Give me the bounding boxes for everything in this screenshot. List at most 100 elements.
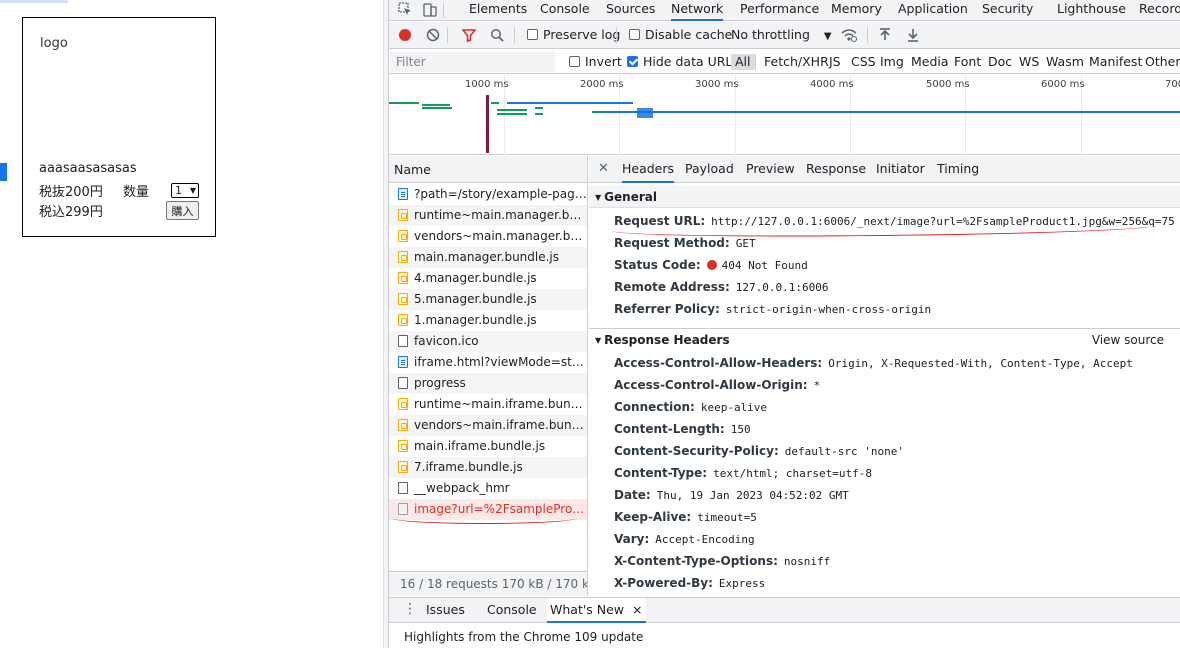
filter-type-font[interactable]: Font <box>954 54 981 70</box>
tab-lighthouse[interactable]: Lighthouse <box>1057 0 1126 21</box>
request-row[interactable]: iframe.html?viewMode=story... <box>389 352 587 373</box>
hide-data-urls-checkbox[interactable]: Hide data URLs <box>627 54 739 70</box>
tab-initiator[interactable]: Initiator <box>876 156 925 183</box>
tab-network[interactable]: Network <box>671 0 724 21</box>
script-file-icon <box>398 419 408 431</box>
clear-icon[interactable] <box>426 28 440 44</box>
tab-security[interactable]: Security <box>982 0 1033 21</box>
request-name: iframe.html?viewMode=story... <box>414 355 587 369</box>
filter-type-other[interactable]: Other <box>1145 54 1180 70</box>
name-column-header[interactable]: Name <box>389 156 587 183</box>
import-har-icon[interactable] <box>878 28 892 44</box>
tab-memory[interactable]: Memory <box>831 0 882 21</box>
tab-performance[interactable]: Performance <box>740 0 819 21</box>
tab-timing[interactable]: Timing <box>937 156 979 183</box>
drawer-tab-console[interactable]: Console <box>487 598 537 623</box>
timeline-label: 2000 ms <box>580 79 624 90</box>
export-har-icon[interactable] <box>906 28 920 44</box>
close-details-icon[interactable]: ✕ <box>598 161 609 176</box>
invert-checkbox[interactable]: Invert <box>569 54 622 70</box>
request-name: runtime~main.manager.bundl... <box>414 208 587 222</box>
script-file-icon <box>398 230 408 242</box>
search-icon[interactable] <box>490 28 504 44</box>
quantity-select[interactable]: 1 ▼ <box>171 183 199 198</box>
header-key: Content-Length: <box>614 422 725 436</box>
tab-payload[interactable]: Payload <box>685 156 734 183</box>
request-row[interactable]: runtime~main.manager.bundl... <box>389 205 587 226</box>
details-tabbar: ✕ Headers Payload Preview Response Initi… <box>589 156 1180 183</box>
filter-type-media[interactable]: Media <box>911 54 949 70</box>
filter-type-js[interactable]: JS <box>829 54 841 70</box>
filter-type-doc[interactable]: Doc <box>988 54 1012 70</box>
preserve-log-checkbox[interactable]: Preserve log <box>527 27 620 43</box>
filter-type-fetch-xhr[interactable]: Fetch/XHR <box>764 54 829 70</box>
request-row[interactable]: vendors~main.manager.bundl... <box>389 226 587 247</box>
request-name: main.manager.bundle.js <box>414 250 560 264</box>
tab-response[interactable]: Response <box>806 156 866 183</box>
request-row[interactable]: 7.iframe.bundle.js <box>389 457 587 478</box>
filter-type-all[interactable]: All <box>731 54 755 70</box>
request-row[interactable]: __webpack_hmr <box>389 478 587 499</box>
drawer-tab-whats-new[interactable]: What's New × <box>547 598 646 623</box>
file-icon <box>398 482 408 494</box>
header-key: Keep-Alive: <box>614 510 692 524</box>
disable-cache-checkbox[interactable]: Disable cache <box>629 27 732 43</box>
more-options-icon[interactable]: ⋮ <box>403 601 417 617</box>
header-value: default-src 'none' <box>784 445 904 458</box>
filter-icon[interactable] <box>461 28 477 44</box>
filter-type-css[interactable]: CSS <box>851 54 876 70</box>
header-key: Request Method: <box>614 236 730 250</box>
toolbar-separator <box>867 27 868 43</box>
response-header-row: Keep-Alive: timeout=5 <box>614 507 757 527</box>
filter-input[interactable]: Filter <box>390 52 555 72</box>
header-key: Status Code: <box>614 258 701 272</box>
tab-preview[interactable]: Preview <box>746 156 795 183</box>
quantity-label: 数量 <box>123 185 150 200</box>
network-toolbar: Preserve log Disable cache No throttling… <box>389 22 1180 49</box>
request-row[interactable]: main.iframe.bundle.js <box>389 436 587 457</box>
timeline-bar <box>592 111 604 113</box>
inspect-element-icon[interactable] <box>397 2 413 18</box>
close-tab-icon[interactable]: × <box>632 602 642 617</box>
filter-type-wasm[interactable]: Wasm <box>1046 54 1084 70</box>
timeline-bar <box>389 102 419 104</box>
request-row[interactable]: vendors~main.iframe.bundle.js <box>389 415 587 436</box>
request-row[interactable]: runtime~main.iframe.bundle.js <box>389 394 587 415</box>
script-file-icon <box>398 461 408 473</box>
record-icon[interactable] <box>398 28 412 44</box>
tab-headers[interactable]: Headers <box>622 156 675 183</box>
tab-console[interactable]: Console <box>540 0 590 21</box>
response-header-row: Connection: keep-alive <box>614 397 767 417</box>
timeline-bar <box>604 111 1180 113</box>
tab-application[interactable]: Application <box>898 0 968 21</box>
devtools-panel: Elements Console Sources Network Perform… <box>389 0 1180 648</box>
request-name: favicon.ico <box>414 334 479 348</box>
throttling-select[interactable]: No throttling ▼ <box>731 27 832 43</box>
request-row[interactable]: 4.manager.bundle.js <box>389 268 587 289</box>
request-row[interactable]: progress <box>389 373 587 394</box>
device-toolbar-icon[interactable] <box>422 2 438 18</box>
network-overview-timeline[interactable]: 1000 ms 2000 ms 3000 ms 4000 ms 5000 ms … <box>389 75 1180 155</box>
filter-type-ws[interactable]: WS <box>1019 54 1039 70</box>
request-row[interactable]: main.manager.bundle.js <box>389 247 587 268</box>
response-headers-section-header[interactable]: ▼ Response Headers View source <box>589 328 1180 350</box>
drawer-tab-issues[interactable]: Issues <box>426 598 465 623</box>
tab-elements[interactable]: Elements <box>469 0 527 21</box>
buy-button[interactable]: 購入 <box>166 201 199 220</box>
request-row[interactable]: favicon.ico <box>389 331 587 352</box>
filter-type-manifest[interactable]: Manifest <box>1089 54 1142 70</box>
network-conditions-icon[interactable] <box>840 27 858 43</box>
view-source-link[interactable]: View source <box>1092 329 1164 351</box>
tab-sources[interactable]: Sources <box>606 0 655 21</box>
header-value: GET <box>735 237 756 250</box>
script-file-icon <box>398 293 408 305</box>
file-icon <box>398 335 408 347</box>
tab-recorder[interactable]: Recorder <box>1139 0 1180 21</box>
request-row[interactable]: 1.manager.bundle.js <box>389 310 587 331</box>
checkbox-icon <box>527 29 538 40</box>
general-section-header[interactable]: ▼ General <box>589 186 1180 208</box>
request-name: 1.manager.bundle.js <box>414 313 537 327</box>
request-row[interactable]: 5.manager.bundle.js <box>389 289 587 310</box>
filter-type-img[interactable]: Img <box>880 54 904 70</box>
request-row[interactable]: ?path=/story/example-pagina... <box>389 184 587 205</box>
